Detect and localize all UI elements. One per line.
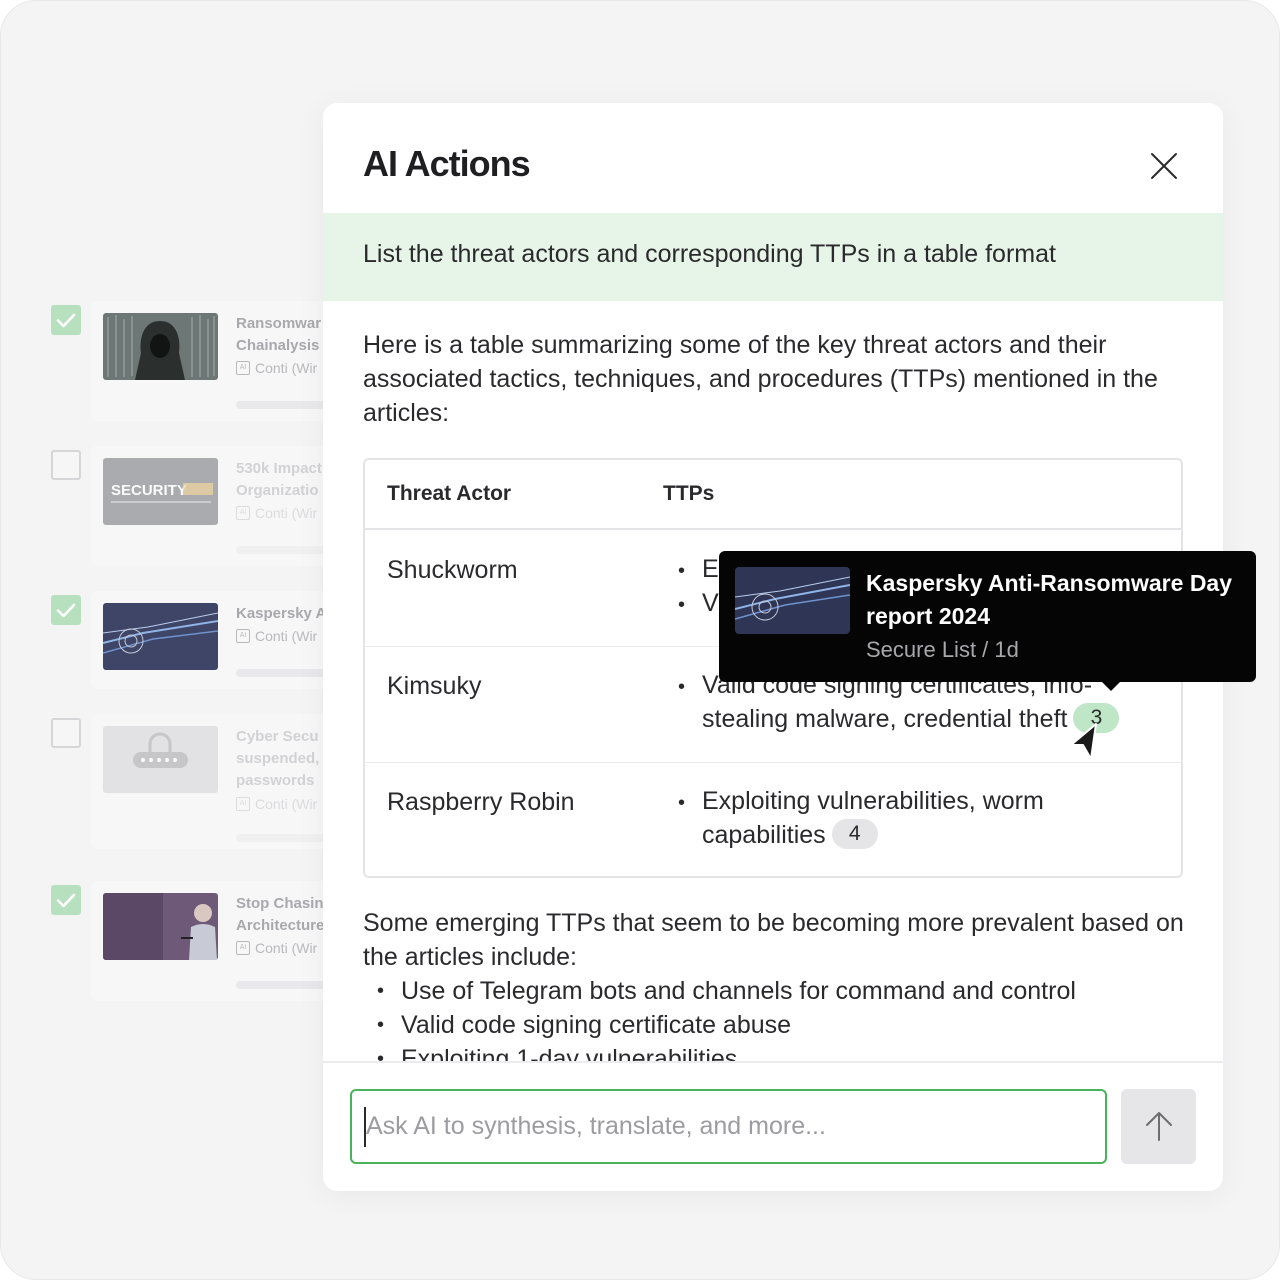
send-button[interactable]: [1121, 1089, 1196, 1164]
bullet: •: [377, 980, 385, 1002]
article-thumbnail: [103, 313, 218, 380]
ask-ai-input[interactable]: [350, 1089, 1107, 1164]
ttp-text: capabilities 4: [702, 818, 878, 852]
ttp-text: stealing malware, credential theft 3: [702, 702, 1120, 736]
emerging-ttps-list: • Use of Telegram bots and channels for c…: [363, 974, 1193, 1061]
response-intro: Here is a table summarizing some of the …: [363, 331, 1158, 427]
article-source: AI Conti (Wir: [236, 796, 317, 812]
ai-badge-icon: AI: [236, 797, 250, 811]
article-thumbnail: SECURITY: [103, 458, 218, 525]
checkmark-icon: [56, 893, 76, 908]
article-title: Kaspersky A: [236, 605, 327, 622]
article-title: Architecture: [236, 917, 325, 934]
citation-tooltip[interactable]: Kaspersky Anti-Ransomware Day report 202…: [719, 551, 1256, 691]
list-item: • Valid code signing certificate abuse: [363, 1008, 1193, 1042]
article-card[interactable]: SECURITY 530k Impact Organizatio AI Conti…: [91, 446, 336, 566]
article-thumbnail: [103, 726, 218, 793]
article-title: 530k Impact: [236, 460, 322, 477]
bullet: •: [678, 676, 686, 698]
article-card[interactable]: Ransomwar Chainalysis AI Conti (Wir: [91, 301, 336, 421]
tooltip-article-title: Kaspersky Anti-Ransomware Day report 202…: [866, 570, 1233, 629]
article-checkbox[interactable]: [51, 305, 81, 335]
article-title: Organizatio: [236, 482, 319, 499]
article-title: Stop Chasin: [236, 895, 324, 912]
placeholder-bar: [236, 546, 336, 554]
citation-badge[interactable]: 4: [831, 819, 878, 850]
threat-actor-name: Raspberry Robin: [387, 788, 575, 816]
table-divider: [365, 528, 1181, 530]
ai-badge-icon: AI: [236, 941, 250, 955]
arrow-up-icon: [1146, 1112, 1172, 1141]
article-thumbnail: [103, 893, 218, 960]
article-title: passwords: [236, 772, 315, 789]
threat-actor-name: Kimsuky: [387, 672, 482, 700]
article-source: AI Conti (Wir: [236, 505, 317, 521]
ttp-text: E: [702, 555, 719, 583]
bullet: •: [377, 1014, 385, 1036]
article-card[interactable]: Kaspersky A AI Conti (Wir: [91, 591, 336, 689]
ttp-text: V: [702, 589, 719, 617]
checkmark-icon: [56, 313, 76, 328]
article-source: AI Conti (Wir: [236, 628, 317, 644]
modal-title: AI Actions: [363, 143, 531, 184]
article-source: AI Conti (Wir: [236, 940, 317, 956]
bullet: •: [678, 594, 686, 616]
article-thumbnail: [103, 603, 218, 670]
threat-actor-name: Shuckworm: [387, 556, 518, 584]
securityweek-logo-text: SECURITY: [111, 482, 187, 499]
article-checkbox[interactable]: [51, 718, 81, 748]
list-item: • Use of Telegram bots and channels for c…: [363, 974, 1193, 1008]
article-title: Chainalysis: [236, 337, 320, 354]
bullet: •: [678, 792, 686, 814]
app-canvas: Ransomwar Chainalysis AI Conti (Wir SECUR…: [0, 0, 1280, 1280]
footer-divider: [323, 1061, 1223, 1063]
table-header-threat-actor: Threat Actor: [387, 482, 512, 505]
close-button[interactable]: [1149, 151, 1179, 181]
user-prompt-text: List the threat actors and corresponding…: [363, 240, 1056, 268]
article-card[interactable]: Cyber Secu suspended, passwords AI Conti …: [91, 714, 336, 849]
text-caret: [364, 1107, 366, 1147]
table-header-ttps: TTPs: [663, 482, 715, 505]
article-title: suspended,: [236, 750, 320, 767]
placeholder-bar: [236, 401, 336, 409]
emerging-ttps-intro: Some emerging TTPs that seem to be becom…: [363, 909, 1184, 971]
bullet: •: [377, 1048, 385, 1061]
mouse-pointer-icon: [1070, 723, 1097, 760]
table-divider: [365, 762, 1181, 763]
ai-badge-icon: AI: [236, 361, 250, 375]
tooltip-arrow: [1100, 680, 1122, 691]
article-title: Ransomwar: [236, 315, 322, 332]
article-source: AI Conti (Wir: [236, 360, 317, 376]
close-icon: [1151, 153, 1177, 179]
placeholder-bar: [236, 834, 336, 842]
ttp-text: Exploiting vulnerabilities, worm: [702, 787, 1044, 815]
ai-badge-icon: AI: [236, 629, 250, 643]
article-checkbox[interactable]: [51, 885, 81, 915]
article-checkbox[interactable]: [51, 595, 81, 625]
list-item: • Exploiting 1-day vulnerabilities: [363, 1042, 1193, 1061]
placeholder-bar: [236, 669, 336, 677]
ai-badge-icon: AI: [236, 506, 250, 520]
tooltip-thumbnail: [735, 567, 850, 634]
user-prompt-banner: List the threat actors and corresponding…: [323, 213, 1223, 301]
checkmark-icon: [56, 603, 76, 618]
article-title: Cyber Secu: [236, 728, 319, 745]
placeholder-bar: [236, 981, 336, 989]
article-checkbox[interactable]: [51, 450, 81, 480]
article-card[interactable]: Stop Chasin Architecture AI Conti (Wir: [91, 881, 336, 1001]
tooltip-source: Secure List / 1d: [866, 637, 1019, 662]
bullet: •: [678, 560, 686, 582]
